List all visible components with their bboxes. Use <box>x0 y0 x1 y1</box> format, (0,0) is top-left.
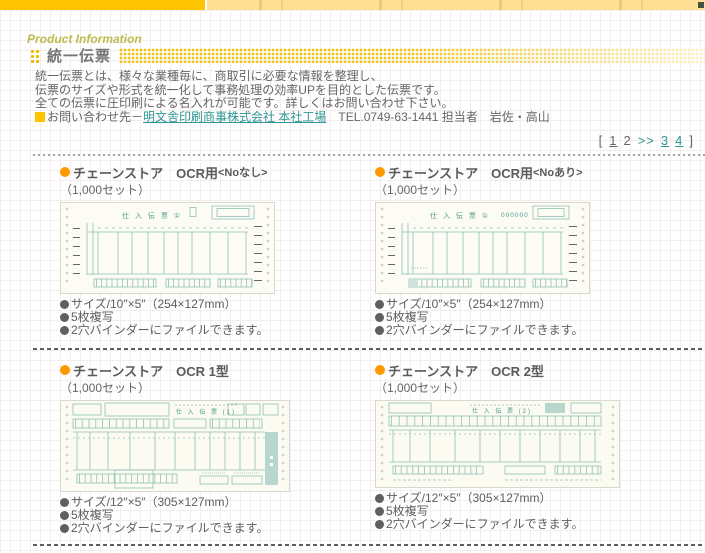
spec-bullet-icon <box>375 507 384 516</box>
product-variant: <Noなし> <box>217 167 268 179</box>
spec-binder-text: 2穴バインダーにファイルできます。 <box>71 521 269 535</box>
form-title-text: 仕 入 伝 票 ① <box>122 211 182 220</box>
product-specs: サイズ/10″×5″（254×127mm） 5枚複写 2穴バインダーにファイルで… <box>60 298 370 337</box>
spec-binder-text: 2穴バインダーにファイルできます。 <box>71 323 269 337</box>
pagination-close-bracket: ] <box>689 133 694 148</box>
section-eyebrow: Product Information <box>27 32 142 46</box>
topbar-accent-light <box>207 0 705 10</box>
topbar-accent-dark <box>0 0 205 10</box>
product-card-ocr-no-nashi: チェーンストア OCR用 <Noなし> （1,000セット） 仕 入 伝 票 ①… <box>60 165 370 337</box>
product-title: チェーンストア OCR用 <box>73 165 218 181</box>
product-title: チェーンストア OCR 1型 <box>73 363 229 379</box>
spec-bullet-icon <box>375 494 384 503</box>
spec-binder: 2穴バインダーにファイルできます。 <box>375 518 685 531</box>
spec-bullet-icon <box>375 520 384 529</box>
product-subtitle: （1,000セット） <box>60 381 151 395</box>
form-title-text: 仕 入 伝 票 (1) <box>176 408 236 416</box>
product-title-row: チェーンストア OCR 1型 <box>60 363 370 379</box>
intro-block: 統一伝票とは、様々な業種毎に、商取引に必要な情報を整理し、 伝票のサイズや形式を… <box>35 69 700 125</box>
product-card-ocr-type1: チェーンストア OCR 1型 （1,000セット） 仕 入 伝 票 (1) サイ… <box>60 363 370 535</box>
pagination-page-1[interactable]: 1 <box>609 133 617 148</box>
orange-bullet-icon <box>375 167 385 177</box>
spec-binder: 2穴バインダーにファイルできます。 <box>375 324 685 337</box>
spec-binder: 2穴バインダーにファイルできます。 <box>60 522 370 535</box>
product-title-row: チェーンストア OCR用 <Noあり> <box>375 165 685 181</box>
page-title-row: 統一伝票 <box>30 47 705 65</box>
pagination-page-3[interactable]: 3 <box>661 133 669 148</box>
divider-bottom <box>33 544 705 546</box>
spec-bullet-icon <box>60 524 69 533</box>
title-dotted-band <box>119 48 705 63</box>
orange-bullet-icon <box>60 365 70 375</box>
product-form-image-1: 仕 入 伝 票 ① <box>60 202 370 294</box>
page-title: 統一伝票 <box>47 48 112 65</box>
intro-line-1: 統一伝票とは、様々な業種毎に、商取引に必要な情報を整理し、 <box>35 69 383 83</box>
pagination: [1 2 >> 3 4] <box>596 133 697 148</box>
pagination-open-bracket: [ <box>598 133 604 148</box>
divider-middle <box>33 348 705 350</box>
spec-bullet-icon <box>375 300 384 309</box>
pagination-page-4[interactable]: 4 <box>675 133 683 148</box>
product-form-image-3: 仕 入 伝 票 (1) <box>60 400 370 492</box>
product-title-row: チェーンストア OCR 2型 <box>375 363 685 379</box>
spec-bullet-icon <box>375 326 384 335</box>
spec-bullet-icon <box>60 326 69 335</box>
contact-suffix: TEL.0749-63-1441 担当者 岩佐・高山 <box>326 109 550 124</box>
spec-bullet-icon <box>60 498 69 507</box>
product-specs: サイズ/10″×5″（254×127mm） 5枚複写 2穴バインダーにファイルで… <box>375 298 685 337</box>
product-card-ocr-type2: チェーンストア OCR 2型 （1,000セット） 仕 入 伝 票 (2) サイ… <box>375 363 685 531</box>
product-specs: サイズ/12″×5″（305×127mm） 5枚複写 2穴バインダーにファイルで… <box>375 492 685 531</box>
title-dots-icon <box>30 48 40 63</box>
spec-bullet-icon <box>60 300 69 309</box>
contact-company-link[interactable]: 明文舎印刷商事株式会社 本社工場 <box>143 110 326 124</box>
spec-binder-text: 2穴バインダーにファイルできます。 <box>386 323 584 337</box>
spec-bullet-icon <box>60 511 69 520</box>
page: Product Information 統一伝票 統一伝票とは、様々な業種毎に、… <box>0 0 705 553</box>
product-card-ocr-no-ari: チェーンストア OCR用 <Noあり> （1,000セット） 仕 入 伝 票 ①… <box>375 165 685 337</box>
product-subtitle: （1,000セット） <box>60 183 151 197</box>
divider-top <box>33 154 705 156</box>
form-title-text: 仕 入 伝 票 (2) <box>472 407 532 415</box>
topbar-corner-mark <box>698 2 704 8</box>
product-form-image-2: 仕 入 伝 票 ① 000000 <box>375 202 685 294</box>
product-form-image-4: 仕 入 伝 票 (2) <box>375 400 685 488</box>
intro-line-3: 全ての伝票に圧印刷による名入れが可能です。詳しくはお問い合わせ下さい。 <box>35 96 454 110</box>
spec-binder: 2穴バインダーにファイルできます。 <box>60 324 370 337</box>
spec-bullet-icon <box>375 313 384 322</box>
product-title: チェーンストア OCR 2型 <box>388 363 544 379</box>
product-variant: <Noあり> <box>532 167 583 179</box>
form-title-text: 仕 入 伝 票 ① <box>430 211 490 220</box>
pagination-page-2-current: 2 <box>623 133 632 148</box>
product-subtitle: （1,000セット） <box>375 381 466 395</box>
contact-line: お問い合わせ先－明文舎印刷商事株式会社 本社工場 TEL.0749-63-144… <box>35 109 700 125</box>
contact-prefix: お問い合わせ先－ <box>47 109 144 124</box>
spec-bullet-icon <box>60 313 69 322</box>
orange-bullet-icon <box>60 167 70 177</box>
spec-binder-text: 2穴バインダーにファイルできます。 <box>386 517 584 531</box>
product-subtitle: （1,000セット） <box>375 183 466 197</box>
product-specs: サイズ/12″×5″（305×127mm） 5枚複写 2穴バインダーにファイルで… <box>60 496 370 535</box>
pagination-next-link[interactable]: >> <box>638 133 655 148</box>
intro-line-2: 伝票のサイズや形式を統一化して事務処理の効率UPを目的とした伝票です。 <box>35 82 446 97</box>
product-title: チェーンストア OCR用 <box>388 165 533 181</box>
orange-bullet-icon <box>375 365 385 375</box>
product-title-row: チェーンストア OCR用 <Noなし> <box>60 165 370 181</box>
form-serial-number: 000000 <box>501 212 529 219</box>
contact-square-icon <box>35 111 45 122</box>
